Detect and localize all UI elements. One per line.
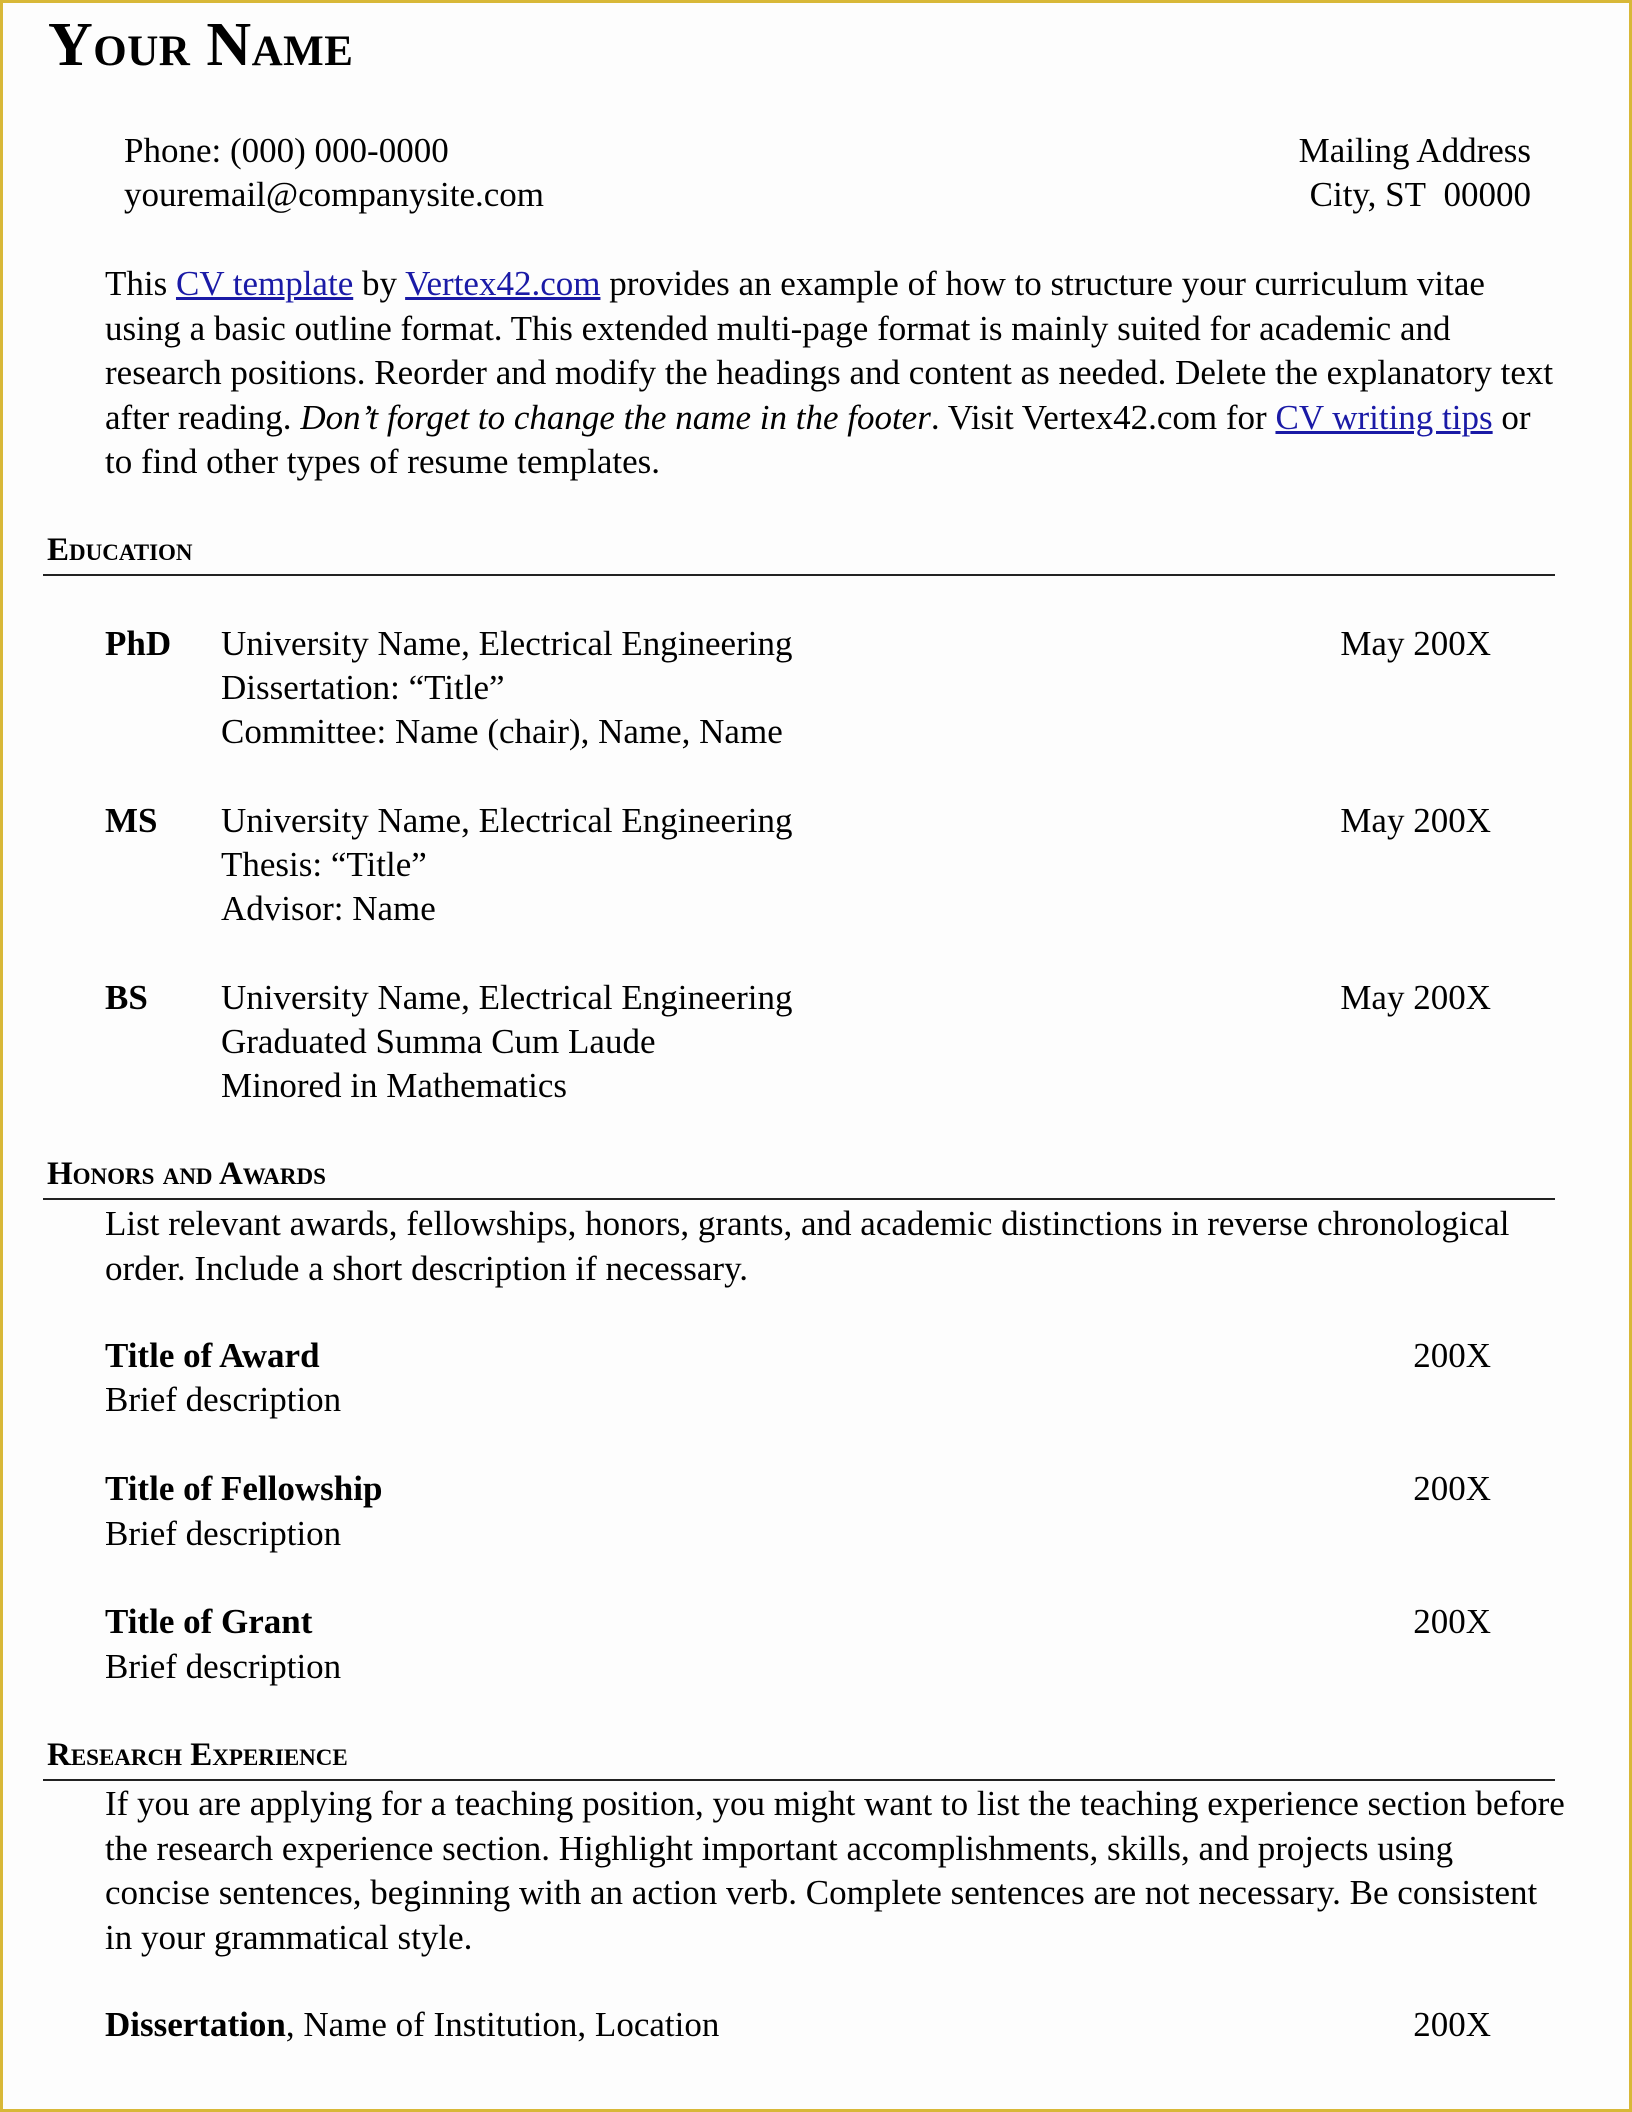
honors-heading: Honors and Awards [47,1156,326,1192]
degree-line: Committee: Name (chair), Name, Name [221,712,783,751]
degree-label-bs: BS [105,978,148,1017]
research-entry: Dissertation, Name of Institution, Locat… [105,2003,719,2047]
research-heading: Research Experience [47,1737,348,1773]
degree-label-ms: MS [105,801,158,840]
address-line-1: Mailing Address [1298,131,1531,170]
grant-title: Title of Grant [105,1602,313,1641]
honors-description: List relevant awards, fellowships, honor… [105,1204,1510,1288]
degree-details-bs: University Name, Electrical Engineering … [221,976,792,1108]
degree-line: Graduated Summa Cum Laude [221,1022,656,1061]
grant-year: 200X [1413,1602,1491,1641]
award-year: 200X [1413,1336,1491,1375]
intro-italic-note: Don’t forget to change the name in the f… [300,397,931,437]
contact-right: Mailing Address City, ST 00000 [1299,129,1531,217]
intro-text-2: by [353,264,406,303]
award-title: Title of Award [105,1336,320,1375]
degree-label-phd: PhD [105,624,172,663]
education-rule [43,574,1555,576]
degree-date-bs: May 200X [1340,978,1491,1017]
fellowship-title: Title of Fellowship [105,1469,383,1508]
research-description: If you are applying for a teaching posit… [105,1784,1565,1957]
degree-line: University Name, Electrical Engineering [221,801,793,840]
resume-name: Your Name [48,11,354,79]
degree-line: Thesis: “Title” [221,845,427,884]
contact-left: Phone: (000) 000-0000 youremail@companys… [124,129,544,217]
research-entry-title: Dissertation [105,2005,286,2044]
degree-details-phd: University Name, Electrical Engineering … [221,622,792,754]
phone-text: Phone: (000) 000-0000 [124,131,449,170]
award-description: Brief description [105,1380,342,1419]
fellowship-year: 200X [1413,1469,1491,1508]
degree-line: Advisor: Name [221,889,436,928]
intro-text-1: This [105,264,176,303]
degree-date-phd: May 200X [1340,624,1491,663]
cv-template-link[interactable]: CV template [176,264,353,303]
cv-writing-tips-link[interactable]: CV writing tips [1275,398,1492,437]
education-heading: Education [47,532,193,568]
research-entry-year: 200X [1413,2005,1491,2044]
degree-details-ms: University Name, Electrical Engineering … [221,799,792,931]
degree-line: University Name, Electrical Engineering [221,624,793,663]
degree-line: Minored in Mathematics [221,1066,568,1105]
research-rule [43,1779,1555,1781]
intro-text-4: . Visit Vertex42.com for [930,397,1276,437]
grant-description: Brief description [105,1647,342,1686]
fellowship-description: Brief description [105,1514,342,1553]
degree-date-ms: May 200X [1340,801,1491,840]
address-line-2: City, ST 00000 [1309,175,1531,214]
honors-rule [43,1198,1555,1200]
degree-line: Dissertation: “Title” [221,668,505,707]
vertex42-link[interactable]: Vertex42.com [405,264,600,303]
email-text: youremail@companysite.com [124,175,545,214]
intro-paragraph: This CV template by Vertex42.com provide… [105,262,1555,485]
degree-line: University Name, Electrical Engineering [221,978,793,1017]
research-entry-details: , Name of Institution, Location [285,2005,720,2044]
